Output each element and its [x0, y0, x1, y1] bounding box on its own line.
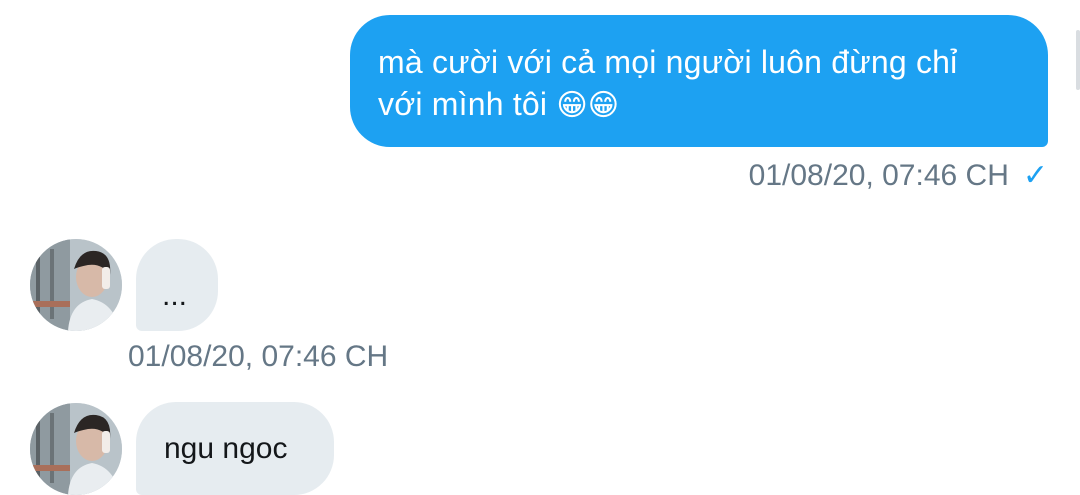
- message-timestamp: 01/08/20, 07:46 CH: [748, 158, 1009, 192]
- message-text-line-2: với mình tôi 😁😁: [378, 83, 1020, 127]
- outgoing-message-meta: 01/08/20, 07:46 CH ✓: [749, 158, 1048, 193]
- incoming-message-bubble[interactable]: ...: [136, 239, 218, 331]
- message-text: ...: [162, 279, 188, 312]
- avatar[interactable]: [30, 239, 122, 331]
- grinning-emoji-icon: 😁😁: [556, 88, 620, 123]
- sent-check-icon: ✓: [1022, 158, 1048, 193]
- incoming-message-bubble[interactable]: ngu ngoc: [136, 402, 334, 495]
- message-text: ngu ngoc: [164, 432, 288, 465]
- avatar[interactable]: [30, 403, 122, 495]
- scrollbar[interactable]: [1076, 30, 1080, 90]
- message-timestamp: 01/08/20, 07:46 CH: [128, 340, 389, 373]
- message-text-line-2-text: với mình tôi: [378, 86, 548, 122]
- outgoing-message-bubble[interactable]: mà cười với cả mọi người luôn đừng chỉ v…: [350, 15, 1048, 147]
- message-text-line-1: mà cười với cả mọi người luôn đừng chỉ: [378, 44, 958, 80]
